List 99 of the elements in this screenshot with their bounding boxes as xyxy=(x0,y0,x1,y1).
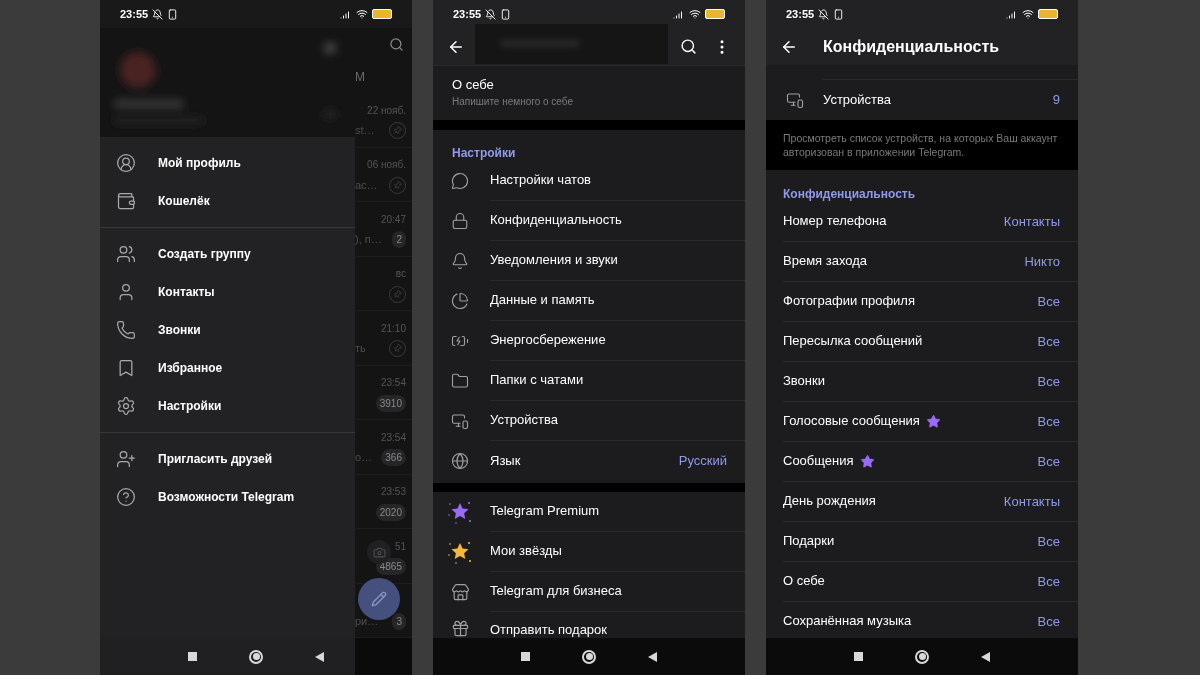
phone-icon xyxy=(167,8,179,20)
settings-item[interactable]: Уведомления и звуки xyxy=(433,241,745,281)
unread-count: 3 xyxy=(392,612,406,630)
phone-icon xyxy=(833,8,845,20)
privacy-item[interactable]: Голосовые сообщения Все xyxy=(783,402,1078,442)
battery-icon xyxy=(372,9,392,19)
unread-count: 3910 xyxy=(375,394,406,412)
pencil-icon xyxy=(371,591,387,607)
settings-item[interactable]: Отправить подарок xyxy=(433,612,745,638)
section-header: Настройки xyxy=(452,144,516,162)
add-user-icon xyxy=(116,449,136,469)
chat-preview: ас… xyxy=(355,179,378,191)
chat-bubble-icon xyxy=(451,172,469,190)
settings-item[interactable]: Telegram для бизнеса xyxy=(433,572,745,612)
drawer-menu-item[interactable]: Контакты xyxy=(100,273,355,311)
settings-item[interactable]: Устройства xyxy=(433,401,745,441)
gift-icon xyxy=(450,619,470,638)
settings-item[interactable]: Папки с чатами xyxy=(433,361,745,401)
section-header: Конфиденциальность xyxy=(783,185,916,203)
bell-off-icon xyxy=(485,8,497,20)
devices-note: Просмотреть список устройств, на которых Ваш аккаунт авторизован в приложении Telegram. xyxy=(783,131,1059,159)
wallet-icon xyxy=(116,191,136,211)
chat-preview: st… xyxy=(355,125,375,136)
globe-icon xyxy=(451,452,469,470)
chat-time: 23:54 xyxy=(380,376,406,390)
drawer-menu-item[interactable]: Звонки xyxy=(100,311,355,349)
bell-off-icon xyxy=(152,8,164,20)
signal-icon xyxy=(340,8,352,20)
chat-preview: ть xyxy=(355,343,366,354)
settings-item[interactable]: Конфиденциальность xyxy=(433,201,745,241)
battery-icon xyxy=(1038,9,1058,19)
profile-icon xyxy=(116,153,136,173)
chat-time: 23:53 xyxy=(380,485,406,499)
wifi-icon xyxy=(356,8,368,20)
lock-icon xyxy=(451,212,469,230)
back-button[interactable] xyxy=(648,651,657,662)
settings-item[interactable]: Язык Русский xyxy=(433,441,745,481)
camera-icon xyxy=(372,545,386,559)
about-title[interactable]: О себе xyxy=(452,77,726,94)
bell-icon xyxy=(451,252,469,270)
privacy-item[interactable]: Номер телефона Контакты xyxy=(783,202,1078,242)
chat-time: 22 нояб. xyxy=(367,103,406,118)
screen-title: Конфиденциальность xyxy=(823,36,1000,57)
devices-item[interactable]: Устройства 9 xyxy=(766,80,1078,120)
pie-chart-icon xyxy=(451,292,469,310)
status-time: 23:55 xyxy=(120,6,149,22)
phone-icon xyxy=(500,8,512,20)
home-button[interactable] xyxy=(249,649,263,664)
settings-icon xyxy=(116,396,136,416)
status-time: 23:55 xyxy=(786,6,815,22)
privacy-item[interactable]: Пересылка сообщений Все xyxy=(783,322,1078,362)
phone-icon xyxy=(116,320,136,340)
status-time: 23:55 xyxy=(453,6,482,22)
privacy-item[interactable]: Время захода Никто xyxy=(783,242,1078,282)
signal-icon xyxy=(1006,8,1018,20)
devices-icon xyxy=(451,412,469,430)
privacy-item[interactable]: День рождения Контакты xyxy=(783,482,1078,522)
home-button[interactable] xyxy=(915,649,929,664)
drawer-menu-item[interactable]: Настройки xyxy=(100,387,355,425)
chat-preview: ри… xyxy=(355,615,379,627)
privacy-item[interactable]: Подарки Все xyxy=(783,522,1078,562)
chat-time: 51 xyxy=(394,539,406,554)
wifi-icon xyxy=(1022,8,1034,20)
devices-icon xyxy=(785,91,804,109)
drawer-menu-item[interactable]: Создать группу xyxy=(100,235,355,273)
drawer-menu-item[interactable]: Возможности Telegram xyxy=(100,478,355,516)
unread-count: 366 xyxy=(381,449,406,466)
help-icon xyxy=(116,487,136,507)
drawer-menu-item[interactable]: Кошелёк xyxy=(100,182,355,220)
drawer-menu-item[interactable]: Мой профиль xyxy=(100,144,355,182)
back-button[interactable] xyxy=(981,651,990,662)
privacy-item[interactable]: О себе Все xyxy=(783,562,1078,602)
store-icon xyxy=(450,582,470,602)
settings-item[interactable]: Настройки чатов xyxy=(433,161,745,201)
unread-count: 2020 xyxy=(375,503,406,521)
unread-count: 2 xyxy=(392,231,406,248)
privacy-item[interactable]: Звонки Все xyxy=(783,362,1078,402)
search-icon[interactable] xyxy=(680,38,697,55)
home-button[interactable] xyxy=(582,649,596,664)
wifi-icon xyxy=(689,8,701,20)
chat-time: 21:10 xyxy=(380,321,406,336)
chat-preview: о… xyxy=(355,452,373,463)
group-icon xyxy=(116,244,136,264)
chat-time: 23:54 xyxy=(380,430,406,445)
drawer-menu-item[interactable]: Избранное xyxy=(100,349,355,387)
settings-item[interactable]: Энергосбережение xyxy=(433,321,745,361)
drawer-menu-item[interactable]: Пригласить друзей xyxy=(100,440,355,478)
battery-icon xyxy=(705,9,725,19)
privacy-item[interactable]: Сообщения Все xyxy=(783,442,1078,482)
folder-icon xyxy=(451,372,469,390)
about-hint: Напишите немного о себе xyxy=(452,96,574,109)
bell-off-icon xyxy=(818,8,830,20)
settings-item[interactable]: Telegram Premium xyxy=(433,492,745,532)
chat-time: 20:47 xyxy=(380,212,406,227)
signal-icon xyxy=(673,8,685,20)
settings-item[interactable]: Мои звёзды xyxy=(433,532,745,572)
privacy-item[interactable]: Фотографии профиля Все xyxy=(783,282,1078,322)
back-button[interactable] xyxy=(315,651,324,662)
settings-item[interactable]: Данные и память xyxy=(433,281,745,321)
